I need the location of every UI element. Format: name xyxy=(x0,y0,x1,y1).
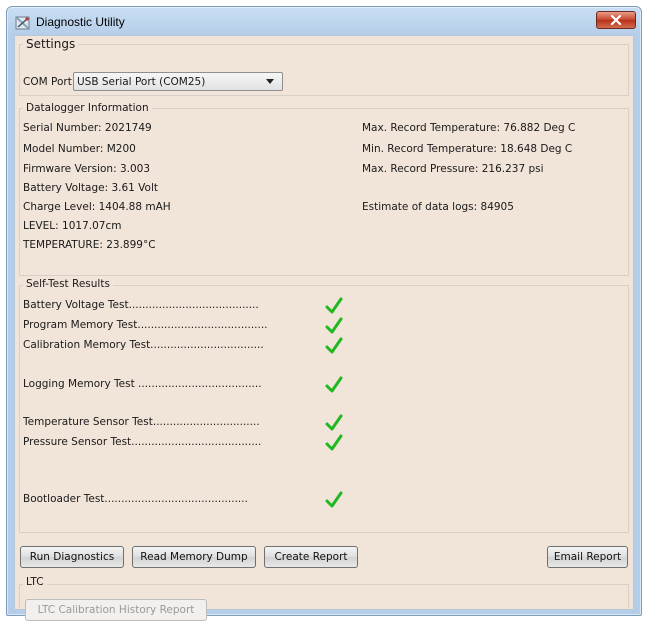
self-test-group-label: Self-Test Results xyxy=(23,278,113,290)
estimate-data-logs: Estimate of data logs: 84905 xyxy=(362,201,514,213)
app-icon xyxy=(15,15,31,31)
email-report-button[interactable]: Email Report xyxy=(547,546,628,568)
max-record-temperature: Max. Record Temperature: 76.882 Deg C xyxy=(362,122,576,134)
min-record-temperature: Min. Record Temperature: 18.648 Deg C xyxy=(362,143,573,155)
settings-group-label: Settings xyxy=(23,37,79,51)
battery-voltage: Battery Voltage: 3.61 Volt xyxy=(23,182,159,194)
temperature-sensor-test: Temperature Sensor Test.................… xyxy=(23,416,260,428)
firmware-version: Firmware Version: 3.003 xyxy=(23,163,151,175)
checkmark-icon xyxy=(325,414,343,431)
close-button[interactable] xyxy=(596,11,636,29)
max-record-pressure: Max. Record Pressure: 216.237 psi xyxy=(362,163,544,175)
program-memory-test: Program Memory Test.....................… xyxy=(23,319,268,331)
checkmark-icon xyxy=(325,376,343,393)
main-panel: Settings COM Port: USB Serial Port (COM2… xyxy=(14,35,634,621)
temperature-reading: TEMPERATURE: 23.899°C xyxy=(23,239,156,251)
checkmark-icon xyxy=(325,297,343,314)
logging-memory-test: Logging Memory Test ....................… xyxy=(23,378,262,390)
calibration-memory-test: Calibration Memory Test.................… xyxy=(23,339,264,351)
pressure-sensor-test: Pressure Sensor Test....................… xyxy=(23,436,262,448)
checkmark-icon xyxy=(325,491,343,508)
serial-number: Serial Number: 2021749 xyxy=(23,122,152,134)
battery-voltage-test: Battery Voltage Test....................… xyxy=(23,299,259,311)
com-port-dropdown[interactable]: USB Serial Port (COM25) xyxy=(73,72,283,91)
diagnostic-utility-window: Diagnostic Utility Settings COM Port: US… xyxy=(6,6,642,621)
checkmark-icon xyxy=(325,434,343,451)
com-port-label: COM Port: xyxy=(23,76,76,88)
com-port-value: USB Serial Port (COM25) xyxy=(77,76,206,88)
create-report-button[interactable]: Create Report xyxy=(264,546,358,568)
window-title: Diagnostic Utility xyxy=(36,15,125,29)
charge-level: Charge Level: 1404.88 mAH xyxy=(23,201,171,213)
level-reading: LEVEL: 1017.07cm xyxy=(23,220,122,232)
read-memory-dump-button[interactable]: Read Memory Dump xyxy=(132,546,256,568)
ltc-calibration-history-button[interactable]: LTC Calibration History Report xyxy=(25,599,207,621)
checkmark-icon xyxy=(325,337,343,354)
datalogger-info-group-label: Datalogger Information xyxy=(23,102,152,114)
ltc-group-label: LTC xyxy=(23,576,47,588)
bootloader-test: Bootloader Test.........................… xyxy=(23,493,248,505)
checkmark-icon xyxy=(325,317,343,334)
chevron-down-icon xyxy=(266,79,274,84)
run-diagnostics-button[interactable]: Run Diagnostics xyxy=(20,546,124,568)
close-icon xyxy=(610,15,622,25)
model-number: Model Number: M200 xyxy=(23,143,136,155)
title-bar[interactable]: Diagnostic Utility xyxy=(7,7,641,37)
